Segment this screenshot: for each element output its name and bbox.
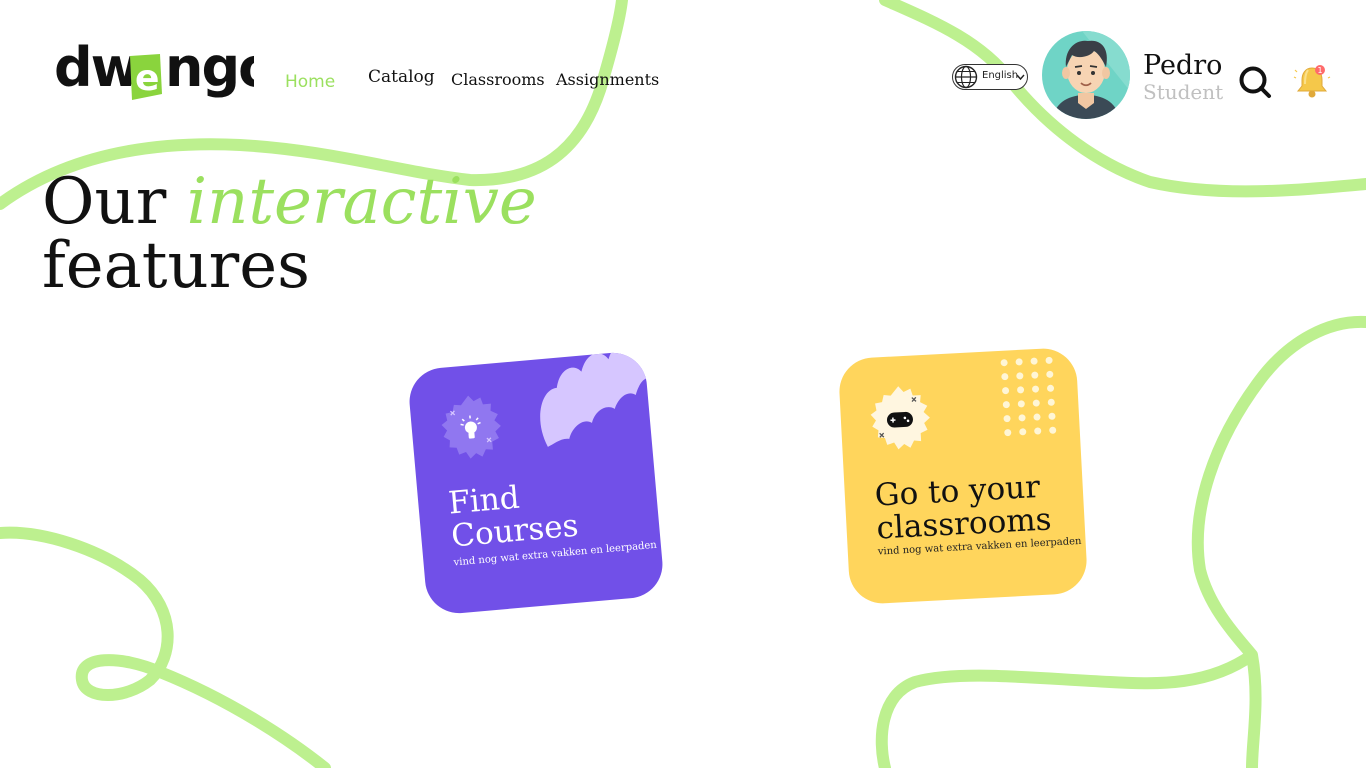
squiggle-bottom-left <box>0 526 331 768</box>
notification-count: 1 <box>1317 66 1322 75</box>
language-label: English <box>982 70 1019 81</box>
lightbulb-icon <box>441 395 501 459</box>
logo-text-right: ngo <box>165 40 254 99</box>
user-name: Pedro <box>1143 50 1223 81</box>
globe-icon <box>954 65 978 89</box>
headline-line-2: features <box>42 229 310 303</box>
nav-home[interactable]: Home <box>285 72 335 92</box>
headline-word-our: Our <box>42 165 167 239</box>
logo-text-e: e <box>135 58 159 99</box>
card-wave-decoration <box>540 350 655 447</box>
page-headline: Our interactive features <box>42 170 537 298</box>
logo-text-left: dw <box>54 40 140 99</box>
find-courses-title: Find Courses <box>447 472 632 555</box>
search-icon[interactable] <box>1237 64 1273 100</box>
user-avatar[interactable] <box>1042 31 1130 119</box>
nav-classrooms[interactable]: Classrooms <box>451 70 545 89</box>
user-role: Student <box>1143 80 1224 104</box>
language-selector[interactable]: English <box>952 64 1028 90</box>
headline-accent: interactive <box>186 165 537 239</box>
background-squiggles <box>0 0 1366 768</box>
go-to-classrooms-title: Go to your classrooms <box>874 469 1077 547</box>
find-courses-card[interactable]: Find Courses vind nog wat extra vakken e… <box>406 350 666 616</box>
headline-line-1: Our interactive <box>42 170 537 234</box>
go-to-classrooms-card[interactable]: Go to your classrooms vind nog wat extra… <box>837 346 1089 606</box>
home-page: dw e ngo Home Catalog Classrooms Assignm… <box>0 0 1366 768</box>
chevron-down-icon <box>1016 74 1025 81</box>
card-dots-decoration <box>1000 356 1057 437</box>
nav-assignments[interactable]: Assignments <box>556 70 659 89</box>
nav-catalog[interactable]: Catalog <box>368 67 435 87</box>
gamepad-icon <box>870 386 930 450</box>
dwengo-logo[interactable]: dw e ngo <box>54 40 254 106</box>
notification-bell-icon[interactable]: 1 <box>1292 60 1332 100</box>
